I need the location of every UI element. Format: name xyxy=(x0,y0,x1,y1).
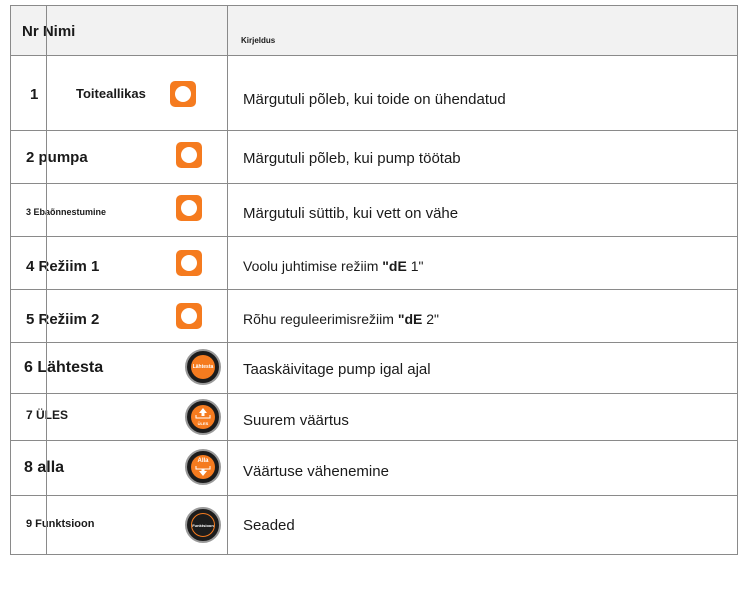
row-name: 2 pumpa xyxy=(26,149,88,166)
orange-indicator-light-icon xyxy=(176,250,202,276)
arrow-down-icon xyxy=(195,466,211,476)
row-description: Seaded xyxy=(243,517,295,534)
table-row-5: 5 Režiim 2 Rõhu reguleerimisrežiim "dE 2… xyxy=(10,290,738,343)
table-row-6: 6 Lähtesta Lähtesta Taaskäivitage pump i… xyxy=(10,343,738,394)
table-row-4: 4 Režiim 1 Voolu juhtimise režiim "dE 1" xyxy=(10,237,738,290)
row-name: 8 alla xyxy=(24,459,65,476)
row-description: Voolu juhtimise režiim "dE 1" xyxy=(243,258,424,274)
table-row-9: 9 Funktsioon Funktsioon Seaded xyxy=(10,496,738,555)
row-name: 4 Režiim 1 xyxy=(26,258,100,275)
table-header: Nr Nimi Kirjeldus xyxy=(10,5,738,56)
row-description: Märgutuli süttib, kui vett on vähe xyxy=(243,205,459,222)
button-label: Lähtesta xyxy=(192,364,214,370)
header-nr-nimi: Nr Nimi xyxy=(22,23,76,40)
table-right-border xyxy=(737,5,738,555)
arrow-up-icon xyxy=(195,408,211,419)
row-description: Väärtuse vähenemine xyxy=(243,463,389,480)
orange-indicator-light-icon xyxy=(176,303,202,329)
orange-indicator-light-icon xyxy=(176,195,202,221)
row-name: 9 Funktsioon xyxy=(26,518,95,530)
table-row-7: 7 ÜLES ÜLES Suurem väärtus xyxy=(10,394,738,441)
button-label: Funktsioon xyxy=(192,522,214,528)
table-row-3: 3 Ebaõnnestumine Märgutuli süttib, kui v… xyxy=(10,184,738,237)
down-button-icon: Alla xyxy=(185,449,221,485)
orange-indicator-light-icon xyxy=(170,81,196,107)
row-name: 6 Lähtesta xyxy=(24,359,104,376)
table-row-1: 1 Toiteallikas Märgutuli põleb, kui toid… xyxy=(10,56,738,131)
table-left-border xyxy=(10,5,11,555)
table-column-divider xyxy=(227,5,228,555)
table-inner-line xyxy=(46,5,47,555)
row-description: Suurem väärtus xyxy=(243,412,349,429)
header-kirjeldus: Kirjeldus xyxy=(241,36,276,45)
table-row-8: 8 alla Alla Väärtuse vähenemine xyxy=(10,441,738,496)
button-description-table: Nr Nimi Kirjeldus 1 Toiteallikas Märgutu… xyxy=(10,5,738,595)
row-description: Taaskäivitage pump igal ajal xyxy=(243,361,431,378)
row-number: 1 xyxy=(30,86,39,103)
row-description: Rõhu reguleerimisrežiim "dE 2" xyxy=(243,311,440,327)
function-button-icon: Funktsioon xyxy=(185,507,221,543)
orange-indicator-light-icon xyxy=(176,142,202,168)
row-description: Märgutuli põleb, kui pump töötab xyxy=(243,150,461,167)
table-row-2: 2 pumpa Märgutuli põleb, kui pump töötab xyxy=(10,131,738,184)
row-name: Toiteallikas xyxy=(76,86,146,101)
row-name: 5 Režiim 2 xyxy=(26,311,100,328)
row-name: 7 ÜLES xyxy=(26,408,69,422)
reset-button-icon: Lähtesta xyxy=(185,349,221,385)
up-button-icon: ÜLES xyxy=(185,399,221,435)
row-name: 3 Ebaõnnestumine xyxy=(26,207,107,217)
row-description: Märgutuli põleb, kui toide on ühendatud xyxy=(243,91,506,108)
